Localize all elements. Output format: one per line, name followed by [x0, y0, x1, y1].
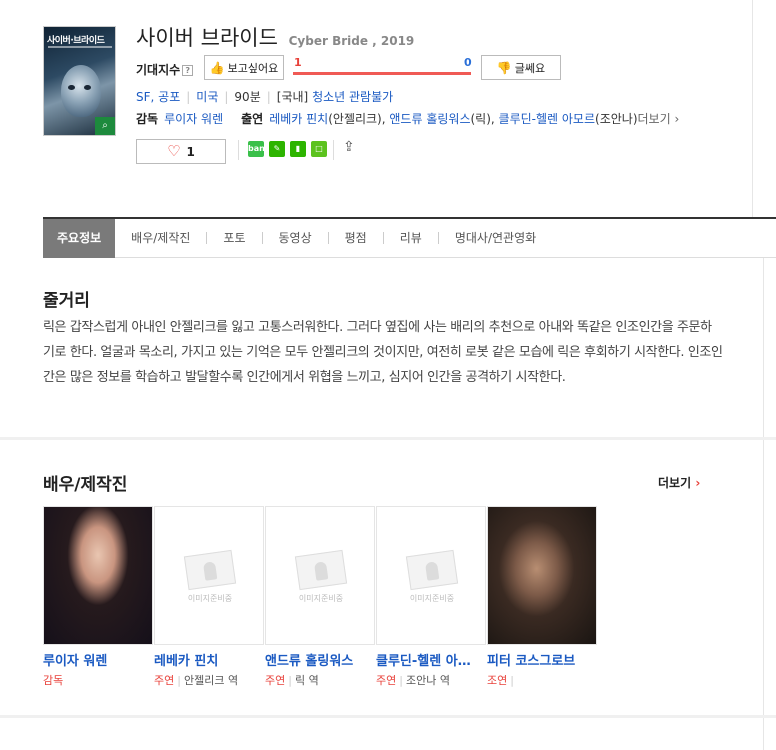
cast-photo[interactable] — [487, 506, 597, 645]
right-divider — [752, 0, 753, 217]
tab-quotes-related[interactable]: 명대사/연관영화 — [439, 219, 552, 258]
cast-photo[interactable] — [43, 506, 153, 645]
thumbs-down-icon: 👎 — [496, 60, 512, 75]
cast-more-link[interactable]: 더보기 › — [658, 474, 700, 491]
genre-link[interactable]: SF, 공포 — [136, 90, 180, 104]
country-link[interactable]: 미국 — [196, 90, 218, 104]
like-button[interactable]: ♡ 1 — [136, 139, 226, 164]
cast-photo-placeholder[interactable]: 이미지준비중 — [154, 506, 264, 645]
bookmark-icon[interactable]: ▮ — [290, 141, 306, 157]
expectation-label: 기대지수? — [136, 61, 194, 78]
chevron-right-icon: › — [695, 476, 701, 490]
tab-photo[interactable]: 포토 — [207, 219, 261, 258]
synopsis-text: 릭은 갑작스럽게 아내인 안젤리크를 잃고 고통스러워한다. 그러다 옆집에 사… — [43, 320, 723, 385]
tab-bar: 주요정보 배우/제작진 포토 동영상 평점 리뷰 명대사/연관영화 — [43, 218, 776, 258]
cast-role: 주연 — [154, 674, 175, 687]
cast-label: 출연 — [241, 112, 264, 126]
memo-icon[interactable]: □ — [311, 141, 327, 157]
cast-name[interactable]: 루이자 워렌 — [43, 650, 147, 669]
zoom-icon[interactable]: ⌕ — [95, 117, 115, 135]
no-image-icon — [405, 549, 459, 591]
page-title: 사이버 브라이드 Cyber Bride , 2019 — [136, 22, 414, 52]
movie-poster[interactable]: 사이버·브라이드 ⌕ — [43, 26, 116, 136]
thumbs-up-icon: 👍 — [209, 60, 225, 75]
heart-icon: ♡ — [167, 142, 181, 160]
like-count: 1 — [186, 144, 195, 159]
section-divider — [0, 437, 776, 440]
tab-video[interactable]: 동영상 — [263, 219, 328, 258]
cast-character: 릭 역 — [294, 674, 319, 687]
cast-photo-placeholder[interactable]: 이미지준비중 — [265, 506, 375, 645]
tab-main-info[interactable]: 주요정보 — [43, 218, 116, 258]
movie-subtitle: Cyber Bride , 2019 — [288, 34, 415, 48]
tab-review[interactable]: 리뷰 — [384, 219, 438, 258]
rating-prefix: [국내] — [276, 90, 309, 104]
share-icon[interactable]: ⇪ — [343, 139, 355, 155]
director-label: 감독 — [136, 112, 159, 126]
poster-title: 사이버·브라이드 — [47, 36, 105, 46]
no-image-icon — [294, 549, 348, 591]
cast-link-2[interactable]: 앤드류 홀링워스 — [389, 112, 470, 126]
share-icons: band ✎ ▮ □ — [248, 141, 327, 157]
cast-list: 루이자 워렌 감독 이미지준비중 레베카 핀치 주연 | 안젤리크 역 이미지준비중… — [43, 506, 598, 688]
section-divider — [0, 715, 776, 718]
cast-role: 주연 — [265, 674, 286, 687]
cast-role: 조연 — [487, 674, 508, 687]
kakaostory-icon[interactable]: ✎ — [269, 141, 285, 157]
expectation-gauge — [293, 72, 471, 75]
cast-card[interactable]: 이미지준비중 앤드류 홀링워스 주연 | 릭 역 — [265, 506, 376, 688]
tab-cast-crew[interactable]: 배우/제작진 — [115, 219, 206, 258]
nope-count: 0 — [464, 56, 472, 69]
cast-card[interactable]: 피터 코스그로브 조연 | — [487, 506, 598, 688]
cast-card[interactable]: 이미지준비중 레베카 핀치 주연 | 안젤리크 역 — [154, 506, 265, 688]
director-link[interactable]: 루이자 워렌 — [164, 112, 223, 126]
age-rating-link[interactable]: 청소년 관람불가 — [312, 90, 393, 104]
cast-name[interactable]: 앤드류 홀링워스 — [265, 650, 369, 669]
cast-heading: 배우/제작진 — [43, 475, 128, 495]
poster-robot-face — [61, 65, 101, 117]
cast-character: 조안나 역 — [405, 674, 450, 687]
cast-name[interactable]: 클루딘-헬렌 아모르 — [376, 650, 480, 669]
want-count: 1 — [294, 56, 302, 69]
cast-card[interactable]: 이미지준비중 클루딘-헬렌 아모르 주연 | 조안나 역 — [376, 506, 487, 688]
crew-more-link[interactable]: 더보기 › — [638, 112, 680, 126]
crew-summary: 감독 루이자 워렌 출연 레베카 핀치(안젤리크), 앤드류 홀링워스(릭), 클루딘… — [136, 112, 680, 126]
cast-role: 주연 — [376, 674, 397, 687]
tab-rating[interactable]: 평점 — [329, 219, 383, 258]
right-divider-lower — [763, 258, 764, 750]
movie-title: 사이버 브라이드 — [136, 26, 278, 50]
runtime: 90분 — [234, 90, 261, 104]
synopsis-heading: 줄거리 — [43, 291, 90, 311]
cast-link-1[interactable]: 레베카 핀치 — [269, 112, 328, 126]
cast-photo-placeholder[interactable]: 이미지준비중 — [376, 506, 486, 645]
cast-card[interactable]: 루이자 워렌 감독 — [43, 506, 154, 688]
want-to-see-button[interactable]: 👍 보고싶어요 — [204, 55, 284, 80]
not-sure-button[interactable]: 👎 글쎄요 — [481, 55, 561, 80]
movie-meta: SF, 공포 | 미국 | 90분 | [국내] 청소년 관람불가 — [136, 90, 394, 104]
cast-link-3[interactable]: 클루딘-헬렌 아모르 — [499, 112, 595, 126]
no-image-icon — [183, 549, 237, 591]
cast-name[interactable]: 피터 코스그로브 — [487, 650, 591, 669]
cast-role: 감독 — [43, 674, 64, 687]
band-icon[interactable]: band — [248, 141, 271, 157]
cast-character: 안젤리크 역 — [183, 674, 239, 687]
cast-name[interactable]: 레베카 핀치 — [154, 650, 258, 669]
help-icon[interactable]: ? — [182, 65, 194, 76]
